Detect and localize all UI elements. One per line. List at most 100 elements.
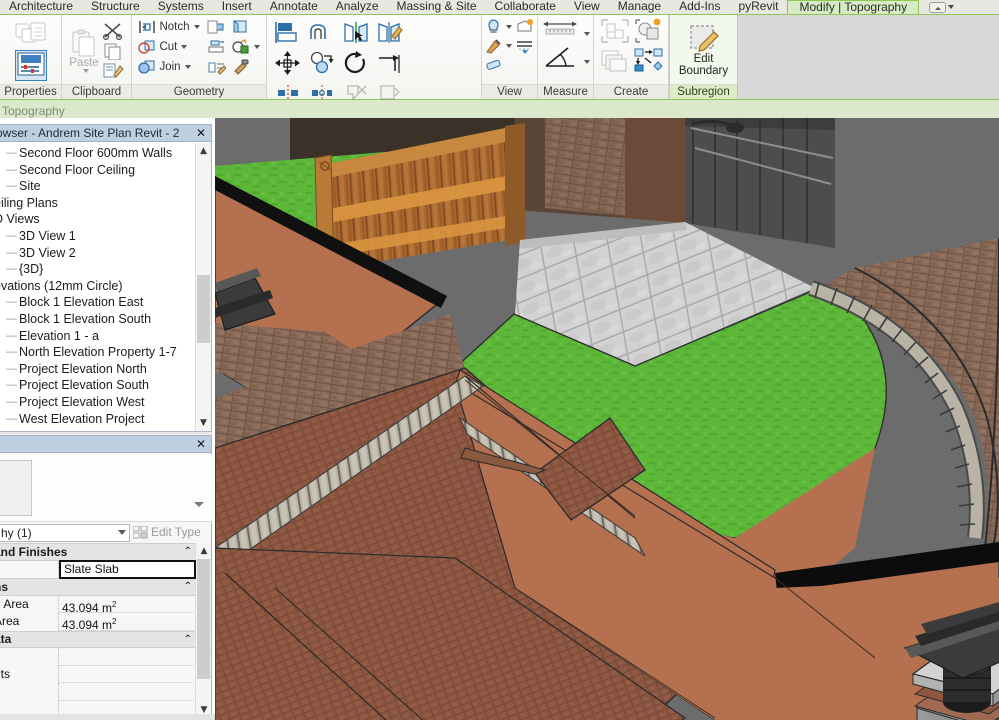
tab-pyrevit[interactable]: pyRevit [729, 0, 787, 14]
tree-item[interactable]: —Site [0, 178, 195, 195]
tab-modify-topography[interactable]: Modify | Topography [787, 0, 919, 14]
remove-paint-hammer-icon[interactable] [230, 59, 250, 75]
tree-item[interactable]: —Project Elevation North [0, 361, 195, 378]
create-part-icon[interactable] [600, 47, 630, 73]
collapse-icon[interactable]: ⌃ [184, 546, 192, 557]
cope-icon[interactable] [206, 19, 226, 35]
move-icon[interactable] [275, 51, 301, 75]
notch-button[interactable]: Notch [138, 19, 199, 35]
tab-structure[interactable]: Structure [82, 0, 149, 14]
measure-dropdown-icon[interactable] [584, 32, 590, 36]
property-value[interactable] [59, 683, 196, 701]
tree-item[interactable]: —3D View 2 [0, 245, 195, 262]
ribbon-collapse-control[interactable] [929, 0, 954, 14]
collapse-icon[interactable]: ⌃ [184, 581, 192, 592]
tree-item[interactable]: —{3D} [0, 261, 195, 278]
reveal-hidden-elements-button[interactable] [485, 19, 512, 35]
property-row-material[interactable]: Slate Slab [0, 561, 196, 579]
offset-icon[interactable] [309, 21, 335, 45]
type-selector[interactable]: hy (1) [0, 524, 130, 542]
mirror-draw-axis-icon[interactable] [377, 21, 403, 45]
property-group-header[interactable]: ns ⌃ [0, 578, 196, 596]
create-similar-group-icon[interactable] [633, 47, 663, 73]
properties-scrollbar[interactable]: ▲ ▼ [195, 543, 211, 717]
paste-dropdown-icon[interactable] [83, 69, 89, 73]
scroll-up-icon[interactable]: ▲ [196, 143, 211, 159]
tab-architecture[interactable]: Architecture [0, 0, 82, 14]
scroll-up-icon[interactable]: ▲ [196, 543, 212, 558]
tree-group[interactable]: eiling Plans [0, 195, 195, 212]
3d-view-canvas[interactable] [215, 118, 999, 720]
tab-analyze[interactable]: Analyze [327, 0, 388, 14]
paint-view-dropdown-icon[interactable] [506, 44, 512, 48]
property-row[interactable] [0, 683, 196, 701]
properties-button[interactable] [15, 50, 47, 81]
tab-annotate[interactable]: Annotate [261, 0, 327, 14]
tree-group[interactable]: D Views [0, 211, 195, 228]
property-value-input[interactable]: Slate Slab [59, 560, 196, 579]
property-value[interactable] [59, 648, 196, 666]
tree-item[interactable]: —North Elevation Property 1-7 [0, 344, 195, 361]
wall-opening-icon[interactable] [230, 19, 250, 35]
demolish-split-icon[interactable] [206, 39, 226, 55]
property-row-comments[interactable]: nts [0, 666, 196, 684]
ribbon-collapse-icon[interactable] [929, 2, 946, 13]
match-type-paintbrush-icon[interactable] [102, 62, 124, 80]
join-dropdown-icon[interactable] [185, 65, 191, 69]
paint-dropdown-icon[interactable] [254, 45, 260, 49]
measure-angle-icon[interactable] [542, 46, 578, 68]
property-value[interactable]: 43.094 m2 [59, 613, 196, 631]
paint-split-icon[interactable] [206, 59, 226, 75]
property-group-header[interactable]: and Finishes ⌃ [0, 543, 196, 561]
join-button[interactable]: Join [138, 59, 199, 75]
scroll-thumb[interactable] [197, 275, 210, 343]
property-value[interactable]: 43.094 m2 [59, 596, 196, 614]
tree-group[interactable]: evations (12mm Circle) [0, 278, 195, 295]
collapse-icon[interactable]: ⌃ [184, 634, 192, 645]
view-filters-icon[interactable] [515, 38, 534, 54]
tree-item[interactable]: —Block 1 Elevation South [0, 311, 195, 328]
property-row-surface-area[interactable]: Area 43.094 m2 [0, 613, 196, 631]
tab-manage[interactable]: Manage [609, 0, 670, 14]
render-in-cloud-icon[interactable] [515, 19, 534, 35]
cut-button[interactable]: Cut [138, 39, 199, 55]
property-group-header[interactable]: ata ⌃ [0, 631, 196, 649]
property-row[interactable] [0, 648, 196, 666]
copy-move-icon[interactable] [309, 51, 335, 75]
property-row-projected-area[interactable]: d Area 43.094 m2 [0, 596, 196, 614]
tab-massing-and-site[interactable]: Massing & Site [388, 0, 486, 14]
tab-collaborate[interactable]: Collaborate [486, 0, 565, 14]
close-icon[interactable]: ✕ [194, 126, 208, 140]
edit-type-button[interactable]: Edit Type [133, 523, 201, 541]
close-icon[interactable]: ✕ [194, 437, 208, 451]
tree-item[interactable]: —West Elevation Project [0, 411, 195, 428]
scroll-thumb[interactable] [197, 559, 210, 679]
chevron-down-icon[interactable] [118, 530, 126, 535]
project-browser-tree[interactable]: —Second Floor 600mm Walls —Second Floor … [0, 143, 195, 431]
chevron-down-icon[interactable] [948, 5, 954, 9]
notch-dropdown-icon[interactable] [194, 25, 200, 29]
paint-view-button[interactable] [485, 38, 512, 54]
tree-item[interactable]: —Elevation 1 - a [0, 328, 195, 345]
measure-between-references-icon[interactable] [542, 20, 578, 38]
paint-material-icon[interactable] [230, 39, 250, 55]
rotate-icon[interactable] [343, 51, 369, 75]
edit-boundary-icon[interactable] [688, 24, 720, 54]
create-assembly-icon[interactable] [633, 18, 663, 44]
tab-systems[interactable]: Systems [149, 0, 213, 14]
tab-insert[interactable]: Insert [213, 0, 261, 14]
tree-item[interactable]: —Second Floor Ceiling [0, 162, 195, 179]
trim-extend-icon[interactable] [377, 51, 403, 75]
cut-dropdown-icon[interactable] [181, 45, 187, 49]
project-browser-scrollbar[interactable]: ▲ ▼ [195, 143, 211, 431]
angle-dropdown-icon[interactable] [584, 60, 590, 64]
paste-button[interactable]: Paste [69, 29, 98, 73]
remove-hidden-lines-icon[interactable] [485, 57, 504, 73]
tree-item[interactable]: —Second Floor 600mm Walls [0, 145, 195, 162]
tab-view[interactable]: View [565, 0, 609, 14]
property-value[interactable] [59, 666, 196, 684]
tree-item[interactable]: —Project Elevation West [0, 394, 195, 411]
preview-dropdown-icon[interactable] [194, 502, 204, 507]
cut-scissors-icon[interactable] [102, 22, 124, 40]
scroll-down-icon[interactable]: ▼ [196, 415, 211, 431]
